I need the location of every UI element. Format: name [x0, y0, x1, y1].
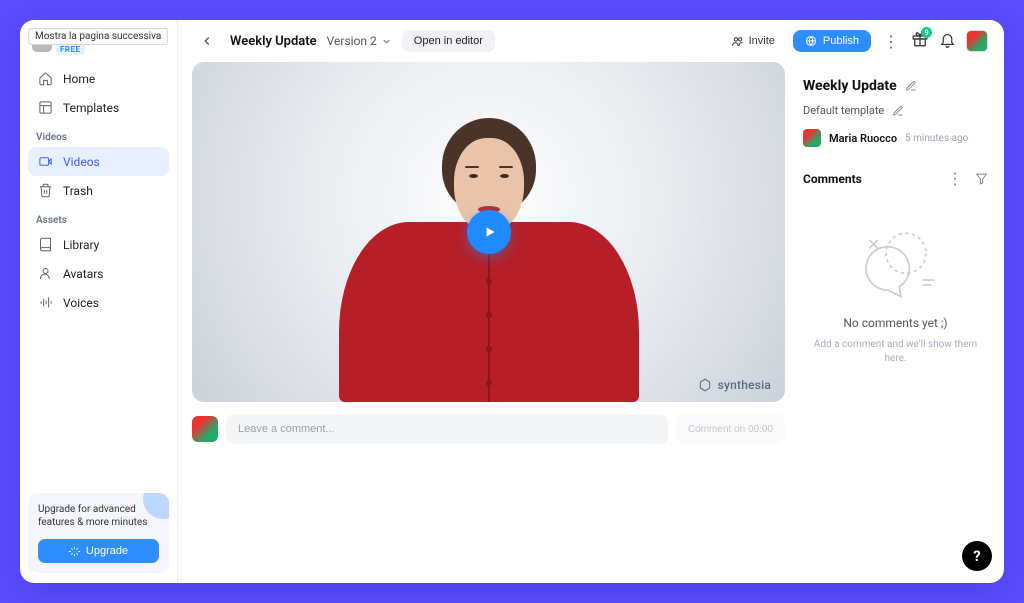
comment-input[interactable]: [226, 414, 668, 444]
back-button[interactable]: [194, 28, 220, 54]
templates-icon: [38, 100, 53, 115]
gift-button[interactable]: 9: [911, 30, 929, 52]
publish-label: Publish: [823, 35, 859, 47]
upgrade-button[interactable]: Upgrade: [38, 539, 159, 563]
video-player[interactable]: synthesia: [192, 62, 785, 402]
main-area: Weekly Update Version 2 Open in editor I…: [178, 20, 1004, 583]
section-label-videos: Videos: [28, 126, 169, 147]
topbar: Weekly Update Version 2 Open in editor I…: [178, 20, 1004, 62]
topbar-right: Invite Publish ⋮ 9: [723, 30, 988, 53]
chevron-left-icon: [200, 34, 214, 48]
sidebar: Mostra la pagina successiva FREE Home Te…: [20, 20, 178, 583]
nav-templates-label: Templates: [63, 101, 119, 115]
version-label: Version 2: [327, 34, 377, 48]
avatars-icon: [38, 266, 53, 281]
sparkle-icon: [69, 546, 80, 557]
voices-icon: [38, 295, 53, 310]
upgrade-card: Upgrade for advanced features & more min…: [28, 493, 169, 573]
center-column: synthesia Comment on 00:00: [178, 62, 799, 583]
empty-subtitle: Add a comment and we'll show them here.: [803, 338, 988, 365]
compose-avatar: [192, 416, 218, 442]
comments-title: Comments: [803, 172, 862, 186]
invite-label: Invite: [749, 35, 775, 47]
upgrade-text: Upgrade for advanced features & more min…: [38, 503, 159, 529]
video-icon: [38, 154, 53, 169]
user-avatar[interactable]: [966, 30, 988, 52]
home-icon: [38, 71, 53, 86]
invite-button[interactable]: Invite: [723, 30, 783, 53]
notifications-button[interactable]: [939, 31, 956, 52]
nav-avatars-label: Avatars: [63, 267, 104, 281]
nav-videos-label: Videos: [63, 155, 100, 169]
browser-tooltip: Mostra la pagina successiva: [28, 28, 168, 45]
nav-videos[interactable]: Videos: [28, 147, 169, 176]
trash-icon: [38, 183, 53, 198]
right-panel: Weekly Update Default template Maria Ruo…: [799, 62, 1004, 583]
section-label-assets: Assets: [28, 209, 169, 230]
filter-icon[interactable]: [975, 172, 988, 185]
comments-more-icon[interactable]: ⋮: [947, 169, 963, 188]
rp-title: Weekly Update: [803, 78, 897, 94]
nav-home-label: Home: [63, 72, 95, 86]
watermark-text: synthesia: [718, 378, 771, 392]
nav-templates[interactable]: Templates: [28, 93, 169, 122]
nav-trash[interactable]: Trash: [28, 176, 169, 205]
chevron-down-icon: [381, 36, 392, 47]
nav-library[interactable]: Library: [28, 230, 169, 259]
empty-comments-icon: [846, 222, 946, 308]
bell-icon: [939, 31, 956, 48]
author-name: Maria Ruocco: [829, 132, 897, 145]
version-selector[interactable]: Version 2: [327, 34, 392, 48]
nav-home[interactable]: Home: [28, 64, 169, 93]
app-frame: Mostra la pagina successiva FREE Home Te…: [20, 20, 1004, 583]
gift-badge: 9: [921, 27, 932, 38]
nav-trash-label: Trash: [63, 184, 93, 198]
author-avatar: [803, 129, 821, 147]
library-icon: [38, 237, 53, 252]
page-title: Weekly Update: [230, 34, 317, 49]
comments-header: Comments ⋮: [803, 169, 988, 188]
watermark: synthesia: [698, 378, 771, 392]
play-button[interactable]: [467, 210, 511, 254]
edit-subtitle-icon[interactable]: [892, 105, 904, 117]
nav-voices-label: Voices: [63, 296, 99, 310]
upgrade-button-label: Upgrade: [86, 545, 128, 557]
body: synthesia Comment on 00:00 Weekly Update…: [178, 62, 1004, 583]
plan-badge: FREE: [56, 44, 85, 55]
help-fab[interactable]: ?: [962, 541, 992, 571]
comment-time-button[interactable]: Comment on 00:00: [676, 414, 785, 444]
author-timestamp: 5 minutes ago: [905, 133, 968, 144]
synthesia-logo-icon: [698, 378, 712, 392]
people-icon: [731, 35, 744, 48]
author-row: Maria Ruocco 5 minutes ago: [803, 129, 988, 147]
more-menu[interactable]: ⋮: [881, 32, 901, 51]
comments-empty-state: No comments yet ;) Add a comment and we'…: [803, 222, 988, 365]
nav-voices[interactable]: Voices: [28, 288, 169, 317]
empty-title: No comments yet ;): [843, 316, 947, 330]
open-in-editor-button[interactable]: Open in editor: [402, 30, 495, 52]
edit-title-icon[interactable]: [905, 80, 917, 92]
rp-subtitle: Default template: [803, 104, 884, 117]
comment-compose-row: Comment on 00:00: [192, 414, 785, 444]
publish-button[interactable]: Publish: [793, 30, 871, 52]
nav-avatars[interactable]: Avatars: [28, 259, 169, 288]
play-icon: [483, 225, 497, 239]
nav-library-label: Library: [63, 238, 99, 252]
globe-icon: [805, 35, 817, 47]
